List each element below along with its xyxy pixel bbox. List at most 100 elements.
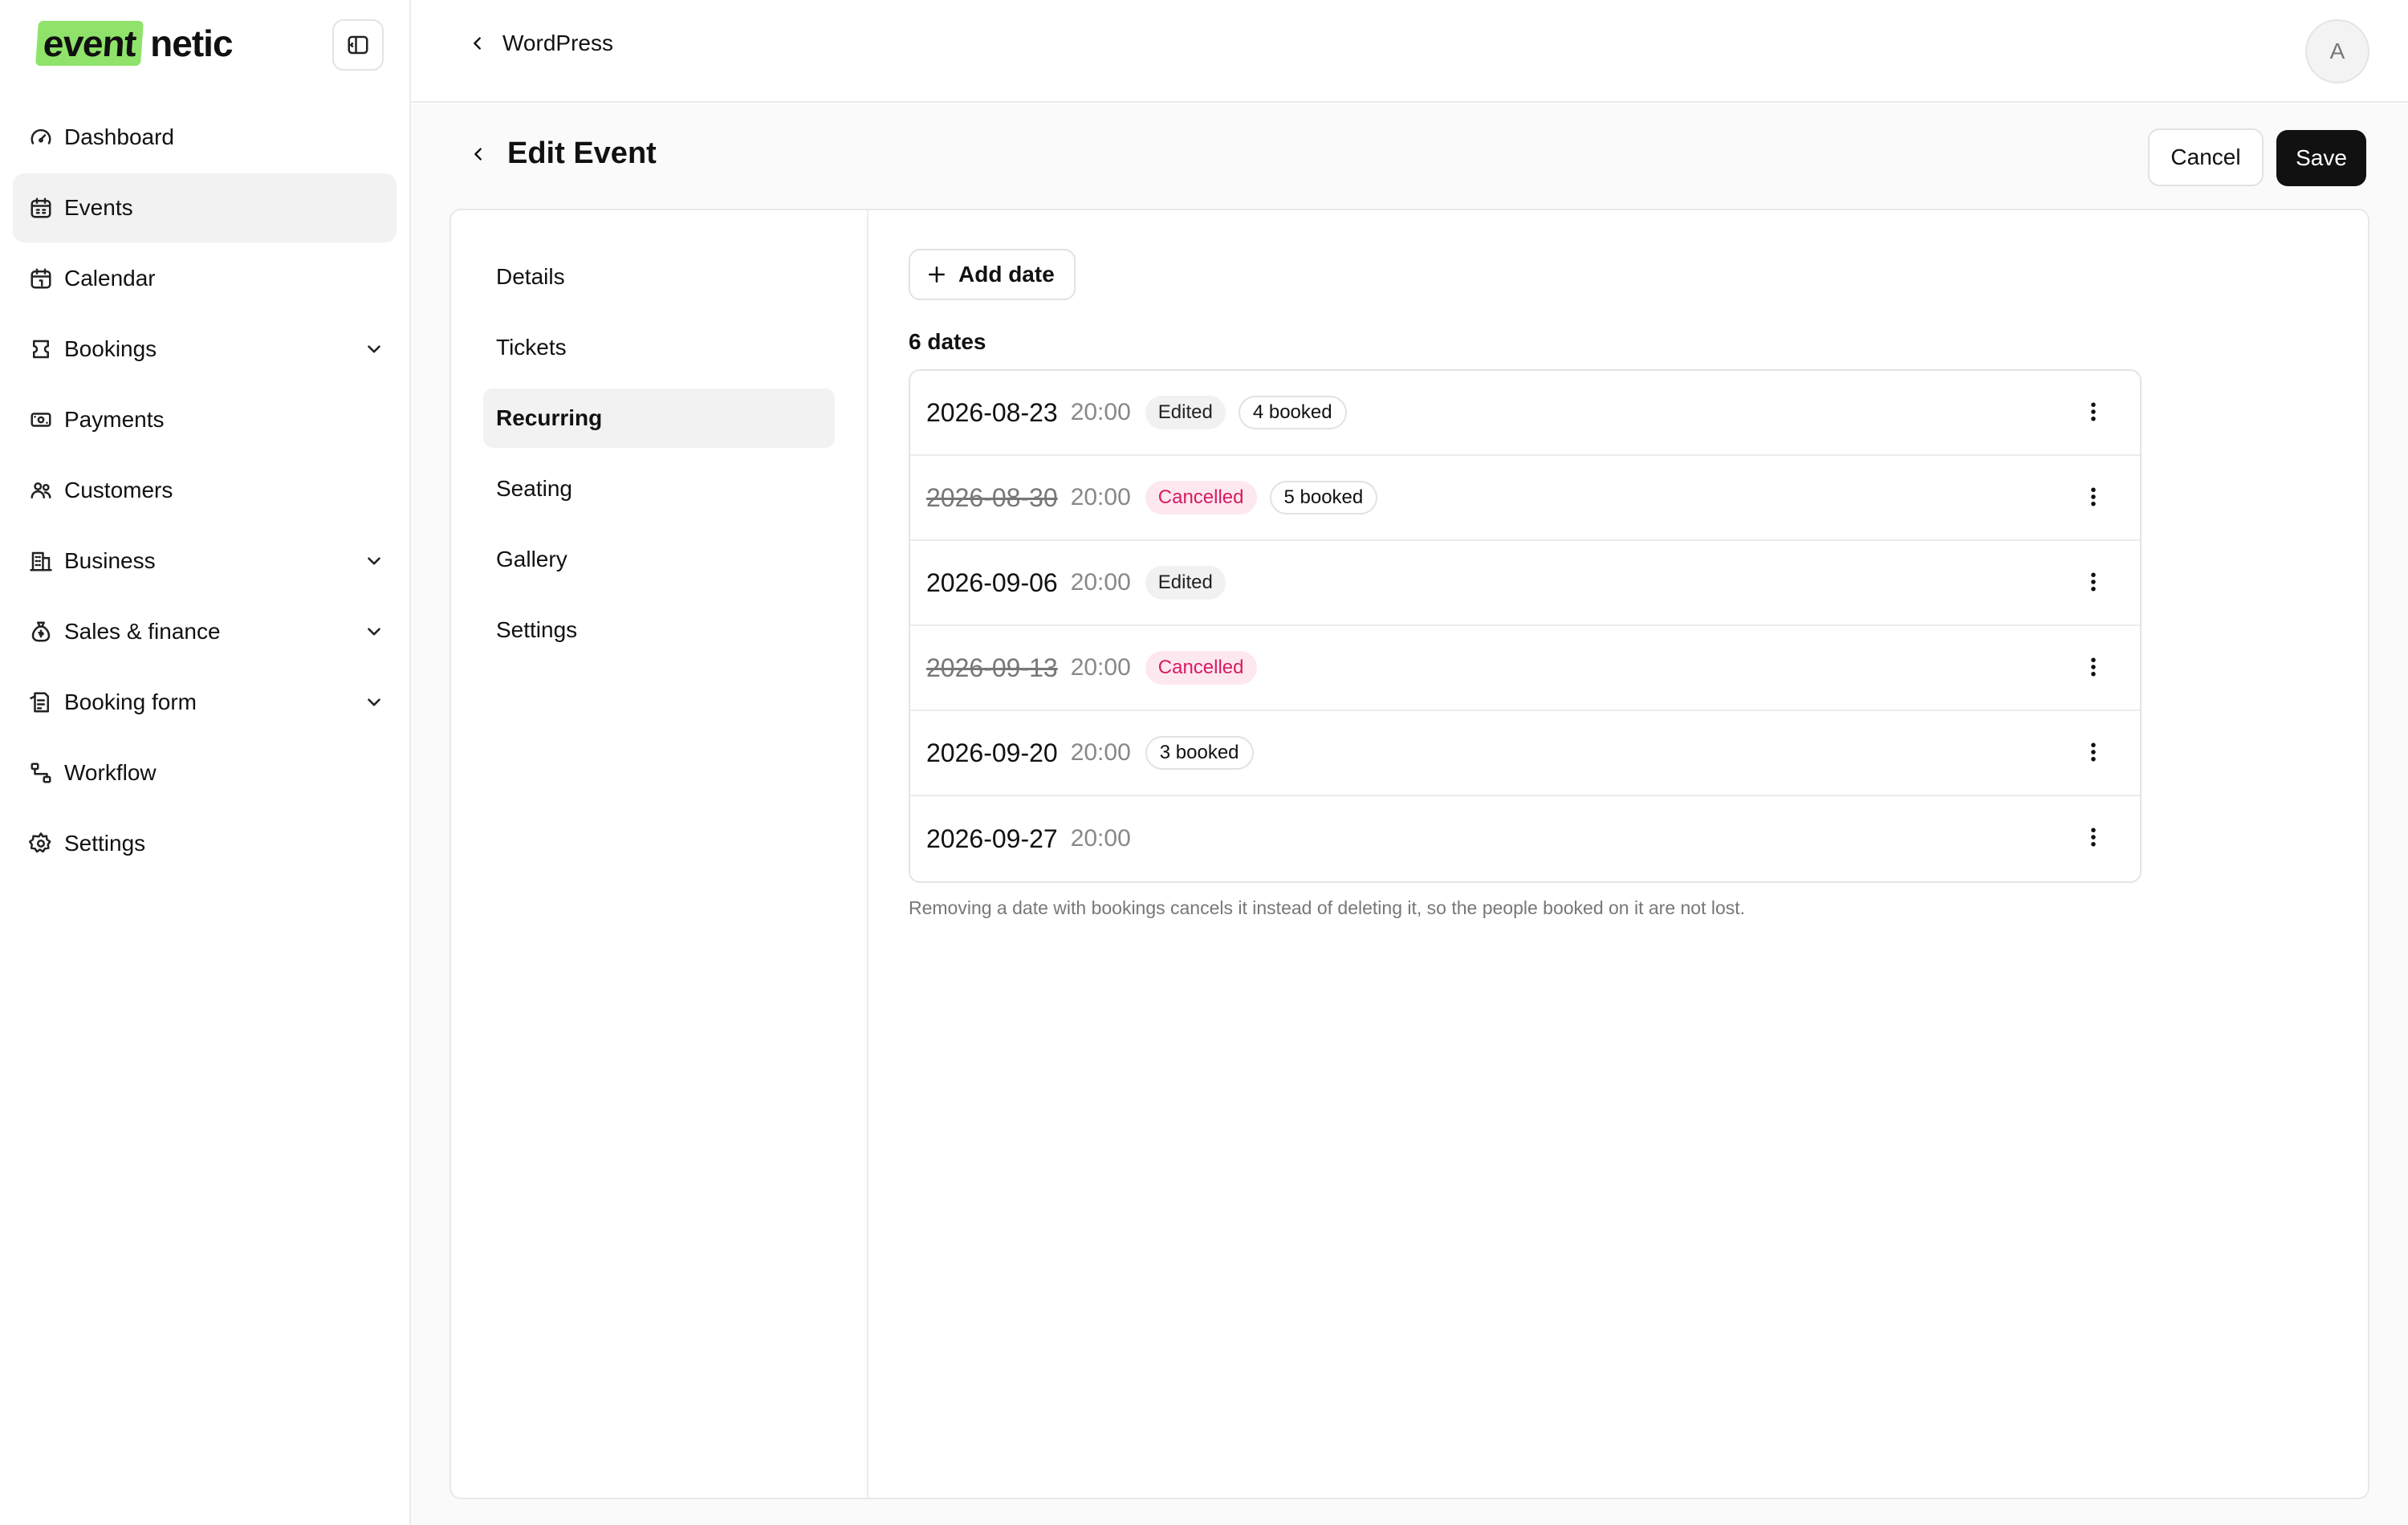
occurrence-date: 2026-09-06 <box>926 567 1058 597</box>
back-label: WordPress <box>502 31 613 55</box>
chevron-down-icon[interactable] <box>358 339 390 360</box>
kebab-icon <box>2089 400 2097 428</box>
sidebar-item-label: Workflow <box>64 760 157 785</box>
sidebar-item-label: Dashboard <box>64 124 174 149</box>
brand-logo[interactable]: event netic <box>35 21 234 66</box>
occurrence-time: 20:00 <box>1070 739 1131 766</box>
row-menu-button[interactable] <box>2077 567 2109 600</box>
users-icon <box>27 477 55 504</box>
status-badge: 3 booked <box>1145 736 1254 770</box>
kebab-icon <box>2089 740 2097 768</box>
occurrence-time: 20:00 <box>1070 825 1131 852</box>
occurrence-time: 20:00 <box>1070 484 1131 510</box>
sidebar-item-label: Payments <box>64 407 165 432</box>
form-icon <box>27 689 55 716</box>
chevron-left-icon <box>474 147 482 161</box>
status-badge: Cancelled <box>1145 651 1257 685</box>
subnav-item-seating[interactable]: Seating <box>483 459 835 518</box>
calendar-icon <box>27 194 55 222</box>
money-bag-icon <box>27 618 55 645</box>
sidebar-item-payments[interactable]: Payments <box>13 385 397 454</box>
save-button[interactable]: Save <box>2276 130 2366 186</box>
avatar[interactable]: A <box>2305 19 2369 83</box>
add-date-button[interactable]: Add date <box>909 249 1076 300</box>
date-list: 2026-08-23 20:00 Edited 4 booked 2026-08-30 2… <box>909 369 2142 883</box>
occurrence-date: 2026-09-20 <box>926 738 1058 767</box>
occurrence-date: 2026-09-13 <box>926 653 1058 682</box>
sidebar-item-workflow[interactable]: Workflow <box>13 738 397 807</box>
chevron-down-icon[interactable] <box>358 551 390 571</box>
sidebar: event netic Dashboard Events Calendar Booki… <box>0 0 411 1525</box>
calendar-date-icon <box>27 265 55 292</box>
occurrence-date: 2026-08-23 <box>926 397 1058 427</box>
sidebar-item-bookings[interactable]: Bookings <box>13 315 397 384</box>
logo-rest: netic <box>150 22 233 64</box>
chevron-left-icon <box>474 37 481 50</box>
sidebar-item-customers[interactable]: Customers <box>13 456 397 525</box>
chevron-down-icon[interactable] <box>358 692 390 713</box>
kebab-icon <box>2089 825 2097 853</box>
sidebar-item-dashboard[interactable]: Dashboard <box>13 103 397 172</box>
gauge-icon <box>27 124 55 151</box>
sidebar-item-label: Settings <box>64 831 146 856</box>
sidebar-item-label: Booking form <box>64 689 197 714</box>
subnav-item-details[interactable]: Details <box>483 247 835 307</box>
sidebar-item-business[interactable]: Business <box>13 527 397 596</box>
date-row[interactable]: 2026-09-20 20:00 3 booked <box>910 711 2140 796</box>
subnav-item-tickets[interactable]: Tickets <box>483 318 835 377</box>
event-subnav: Details Tickets Recurring Seating Gallery Set… <box>451 210 868 1498</box>
banknote-icon <box>27 406 55 433</box>
cancellation-note: Removing a date with bookings cancels it… <box>909 897 1746 918</box>
date-row[interactable]: 2026-09-13 20:00 Cancelled <box>910 626 2140 711</box>
occurrence-time: 20:00 <box>1070 569 1131 596</box>
building-icon <box>27 547 55 575</box>
workflow-icon <box>27 759 55 787</box>
status-badge: Edited <box>1145 566 1226 600</box>
ticket-icon <box>27 336 55 363</box>
sidebar-item-booking-form[interactable]: Booking form <box>13 668 397 737</box>
sidebar-nav: Dashboard Events Calendar Bookings Payments C… <box>13 103 397 880</box>
occurrence-time: 20:00 <box>1070 654 1131 681</box>
sidebar-item-events[interactable]: Events <box>13 173 397 242</box>
occurrence-time: 20:00 <box>1070 399 1131 425</box>
row-menu-button[interactable] <box>2077 823 2109 855</box>
subnav-item-gallery[interactable]: Gallery <box>483 530 835 589</box>
sidebar-toggle-icon <box>348 35 368 55</box>
add-date-label: Add date <box>958 262 1055 287</box>
kebab-icon <box>2089 655 2097 683</box>
date-row[interactable]: 2026-08-30 20:00 Cancelled 5 booked <box>910 456 2140 541</box>
row-menu-button[interactable] <box>2077 653 2109 685</box>
logo-highlight: event <box>35 21 144 66</box>
sidebar-item-sales-and-finance[interactable]: Sales & finance <box>13 597 397 666</box>
collapse-sidebar-button[interactable] <box>332 19 384 71</box>
sidebar-item-label: Events <box>64 195 133 220</box>
recurring-pane: Add date 6 dates 2026-08-23 20:00 Edited 4 … <box>909 249 2145 919</box>
status-badge: Edited <box>1145 396 1226 429</box>
row-menu-button[interactable] <box>2077 738 2109 770</box>
subnav-item-settings[interactable]: Settings <box>483 600 835 660</box>
page-title: Edit Event <box>507 136 657 170</box>
cancel-button[interactable]: Cancel <box>2148 128 2264 186</box>
sidebar-item-label: Calendar <box>64 266 156 291</box>
gear-icon <box>27 830 55 857</box>
edit-event-card: Details Tickets Recurring Seating Gallery Set… <box>449 209 2369 1499</box>
occurrence-date: 2026-08-30 <box>926 482 1058 512</box>
top-bar: WordPress A <box>411 0 2408 103</box>
row-menu-button[interactable] <box>2077 397 2109 429</box>
plus-icon <box>929 266 945 283</box>
row-menu-button[interactable] <box>2077 482 2109 514</box>
sidebar-item-calendar[interactable]: Calendar <box>13 244 397 313</box>
main-content: Edit Event Cancel Save Details Tickets Rec… <box>411 104 2408 1525</box>
chevron-down-icon[interactable] <box>358 621 390 642</box>
date-row[interactable]: 2026-09-27 20:00 <box>910 796 2140 881</box>
subnav-item-recurring[interactable]: Recurring <box>483 388 835 448</box>
back-button[interactable] <box>462 138 494 170</box>
sidebar-item-label: Sales & finance <box>64 619 221 644</box>
page-header: Edit Event <box>462 136 657 171</box>
date-row[interactable]: 2026-09-06 20:00 Edited <box>910 541 2140 626</box>
dates-count: 6 dates <box>909 329 986 354</box>
date-row[interactable]: 2026-08-23 20:00 Edited 4 booked <box>910 371 2140 456</box>
back-to-wordpress-link[interactable]: WordPress <box>469 31 613 56</box>
status-badge: 5 booked <box>1269 481 1378 514</box>
sidebar-item-settings[interactable]: Settings <box>13 809 397 878</box>
